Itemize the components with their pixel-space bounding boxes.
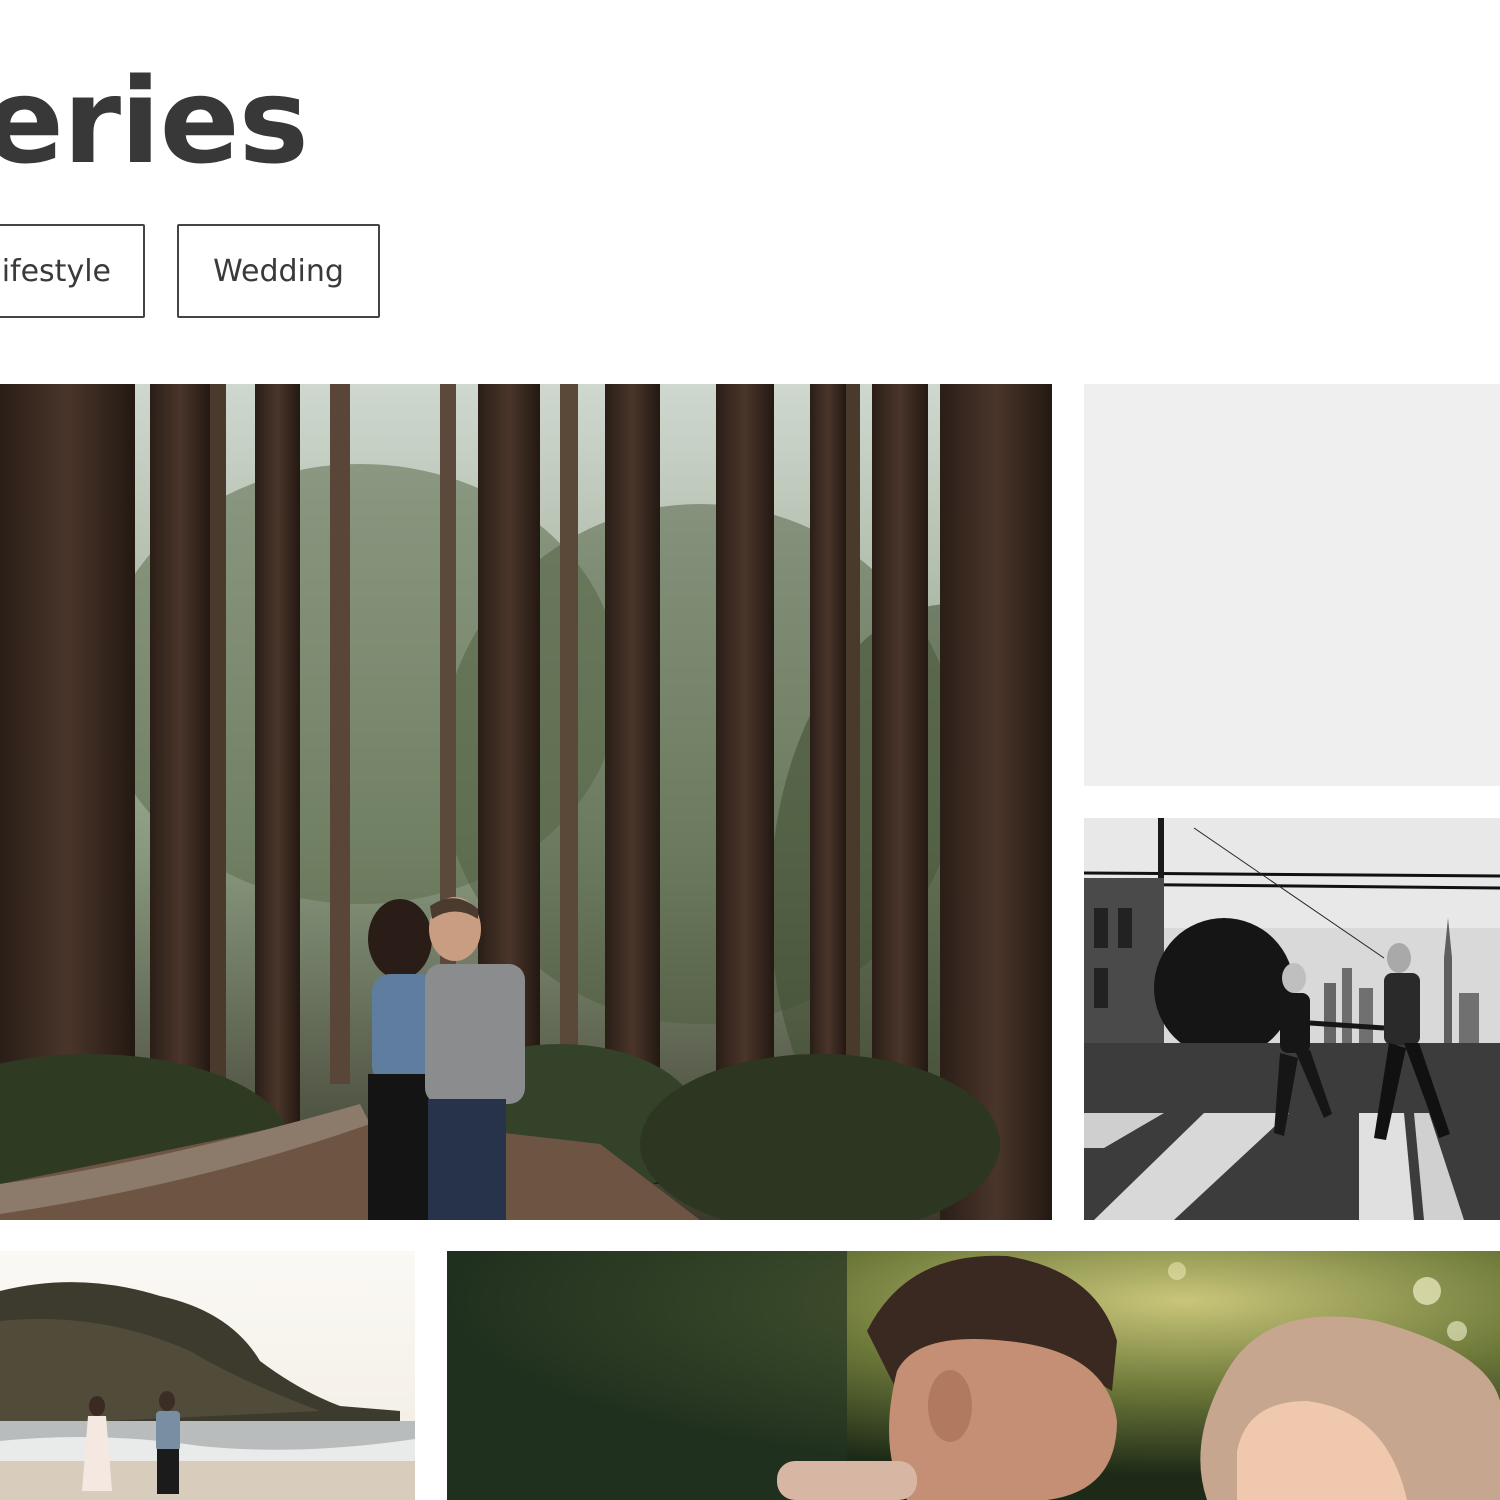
filter-lifestyle-button[interactable]: ifestyle <box>0 224 145 318</box>
beach-couple-image <box>0 1251 415 1500</box>
street-crosswalk-image <box>1084 818 1500 1220</box>
couple-portrait-photo[interactable] <box>447 1251 1500 1500</box>
page-title: lleries <box>0 52 309 190</box>
image-placeholder[interactable] <box>1084 384 1500 786</box>
filter-wedding-button[interactable]: Wedding <box>177 224 380 318</box>
street-crosswalk-photo[interactable] <box>1084 818 1500 1220</box>
couple-portrait-image <box>447 1251 1500 1500</box>
forest-couple-photo[interactable] <box>0 384 1052 1220</box>
galleries-page: lleries ifestyle Wedding <box>0 0 1500 1500</box>
beach-couple-photo[interactable] <box>0 1251 415 1500</box>
forest-couple-image <box>0 384 1052 1220</box>
